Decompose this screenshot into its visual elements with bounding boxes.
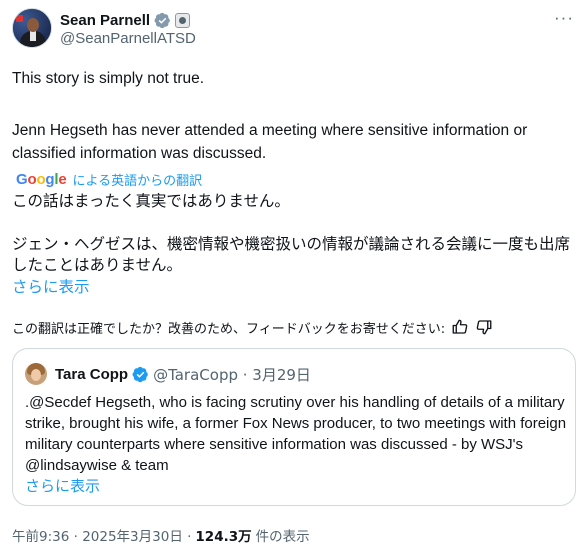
quoted-author-row: Tara Copp @TaraCopp · 3月29日: [55, 364, 311, 384]
quoted-author-name[interactable]: Tara Copp: [55, 366, 128, 383]
author-handle[interactable]: @SeanParnellATSD: [60, 30, 196, 47]
thumbs-up-icon[interactable]: [451, 318, 469, 336]
show-more-link[interactable]: さらに表示: [12, 275, 90, 297]
quoted-show-more-link[interactable]: さらに表示: [25, 475, 100, 496]
quoted-tweet[interactable]: Tara Copp @TaraCopp · 3月29日 .@Secdef Heg…: [12, 348, 576, 506]
translation-attribution[interactable]: Google による英語からの翻訳: [16, 168, 202, 190]
verified-badge-icon[interactable]: [132, 366, 149, 383]
views-label: 件の表示: [255, 529, 310, 545]
feedback-question: この翻訳は正確でしたか？改善のため、フィードバックをお寄せください:: [12, 321, 446, 337]
author-display-name[interactable]: Sean Parnell: [60, 12, 150, 29]
tweet-line-2: Jenn Hegseth has never attended a meetin…: [12, 122, 528, 162]
translated-line-2: ジェン・ヘグゼスは、機密情報や機密扱いの情報が議論される会議に一度も出席したこと…: [12, 235, 571, 274]
thumbs-down-icon[interactable]: [475, 318, 493, 336]
tweet-line-1: This story is simply not true.: [12, 70, 205, 87]
quoted-tweet-text: .@Secdef Hegseth, who is facing scrutiny…: [25, 394, 567, 474]
google-logo: Google: [16, 170, 67, 188]
quoted-author-handle-date[interactable]: @TaraCopp · 3月29日: [153, 364, 311, 385]
tweet-timestamp[interactable]: 午前9:36 · 2025年3月30日 ·: [12, 525, 191, 545]
author-name-row: Sean Parnell: [60, 10, 191, 30]
translation-feedback: この翻訳は正確でしたか？改善のため、フィードバックをお寄せください:: [12, 317, 493, 337]
translated-line-1: この話はまったく真実ではありません。: [12, 192, 290, 210]
tweet-header: Sean Parnell @SeanParnellATSD ···: [12, 6, 578, 50]
tweet-meta: 午前9:36 · 2025年3月30日 · 124.3万 件の表示: [12, 525, 310, 545]
views-count: 124.3万: [195, 529, 252, 545]
translation-label[interactable]: による英語からの翻訳: [73, 170, 203, 189]
more-dots-icon[interactable]: ···: [554, 8, 574, 28]
government-affiliation-icon[interactable]: [175, 12, 191, 28]
author-avatar[interactable]: [12, 8, 52, 48]
verified-badge-icon[interactable]: [154, 12, 171, 29]
quoted-author-avatar[interactable]: [25, 363, 47, 385]
